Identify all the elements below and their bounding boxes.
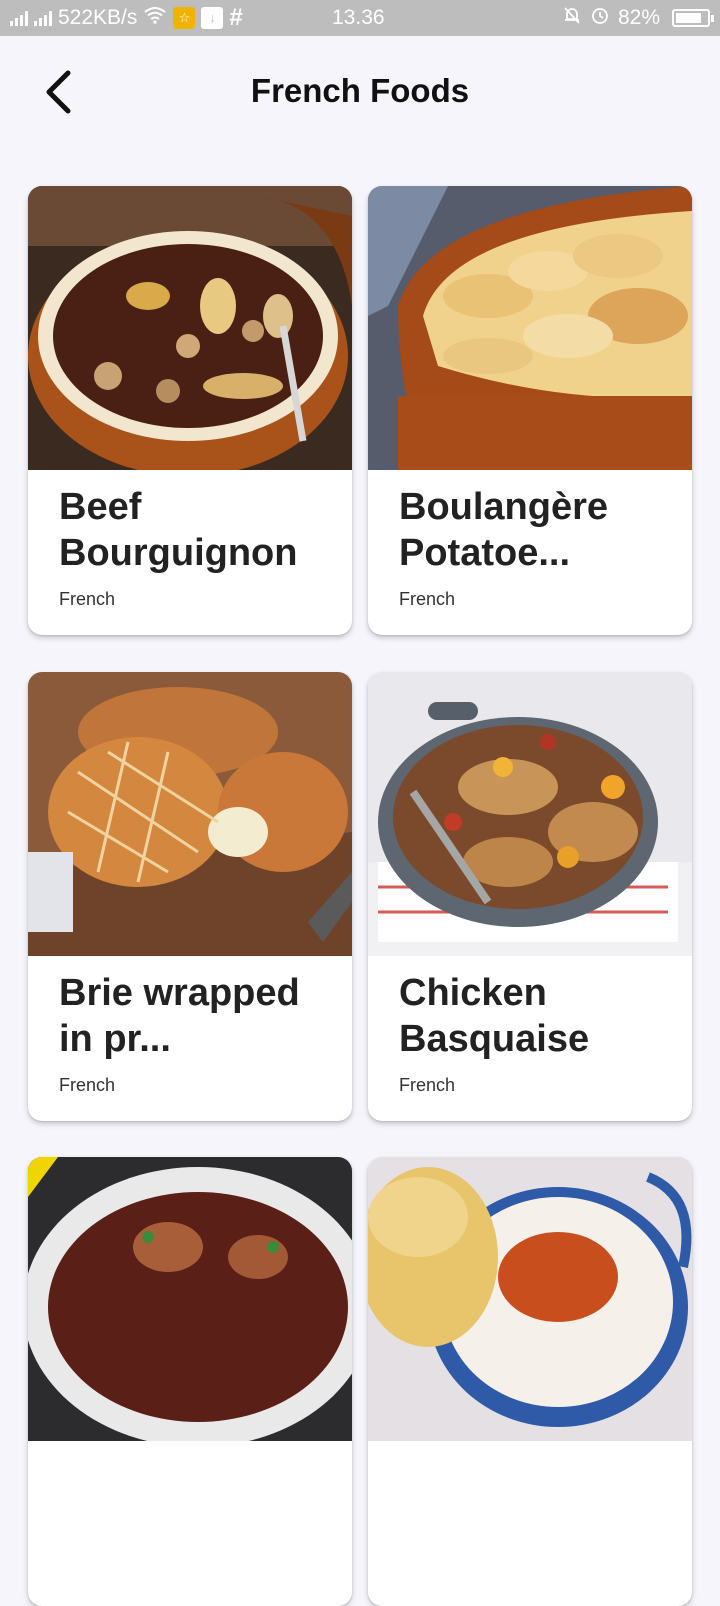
recipe-card-5[interactable] (28, 1157, 352, 1606)
notification-app-icon: ☆ (173, 7, 196, 29)
recipe-name: Brie wrapped in pr... (59, 972, 300, 1060)
recipe-name: Boulangère Potatoe... (399, 486, 609, 574)
alarm-icon (590, 5, 610, 31)
recipe-card-beef-bourguignon[interactable]: Beef Bourguignon French (28, 186, 352, 635)
recipe-image (368, 1157, 692, 1441)
battery-percent: 82% (617, 6, 660, 29)
signal-icon (10, 10, 28, 26)
recipe-image (368, 672, 692, 956)
recipe-card-6[interactable] (368, 1157, 692, 1606)
recipe-category: French (59, 589, 116, 609)
status-right: 82% (562, 0, 714, 36)
wifi-icon (143, 6, 167, 30)
signal-icon-2 (34, 10, 52, 26)
recipe-card-boulangere-potatoes[interactable]: Boulangère Potatoe... French (368, 186, 692, 635)
app-bar: French Foods (0, 36, 720, 148)
recipe-name: Chicken Basquaise (399, 972, 590, 1060)
battery-icon (672, 9, 714, 27)
download-icon: ↓ (201, 7, 224, 29)
recipe-image (28, 672, 352, 956)
status-time: 13.36 (332, 6, 385, 29)
recipe-image (28, 1157, 352, 1441)
recipe-category: French (399, 1075, 456, 1095)
mute-bell-icon (562, 5, 582, 31)
recipe-card-chicken-basquaise[interactable]: Chicken Basquaise French (368, 672, 692, 1121)
hashtag-icon: # (229, 4, 243, 31)
status-left: 522KB/s ☆ ↓ # (10, 0, 243, 36)
recipe-category: French (399, 589, 456, 609)
recipe-image (28, 186, 352, 470)
page-title: French Foods (250, 72, 470, 109)
recipe-name: Beef Bourguignon (59, 486, 298, 574)
recipe-category: French (59, 1075, 116, 1095)
status-bar: 522KB/s ☆ ↓ # 13.36 82% (0, 0, 720, 36)
recipe-card-brie-wrapped[interactable]: Brie wrapped in pr... French (28, 672, 352, 1121)
network-speed: 522KB/s (58, 6, 138, 29)
recipe-image (368, 186, 692, 470)
